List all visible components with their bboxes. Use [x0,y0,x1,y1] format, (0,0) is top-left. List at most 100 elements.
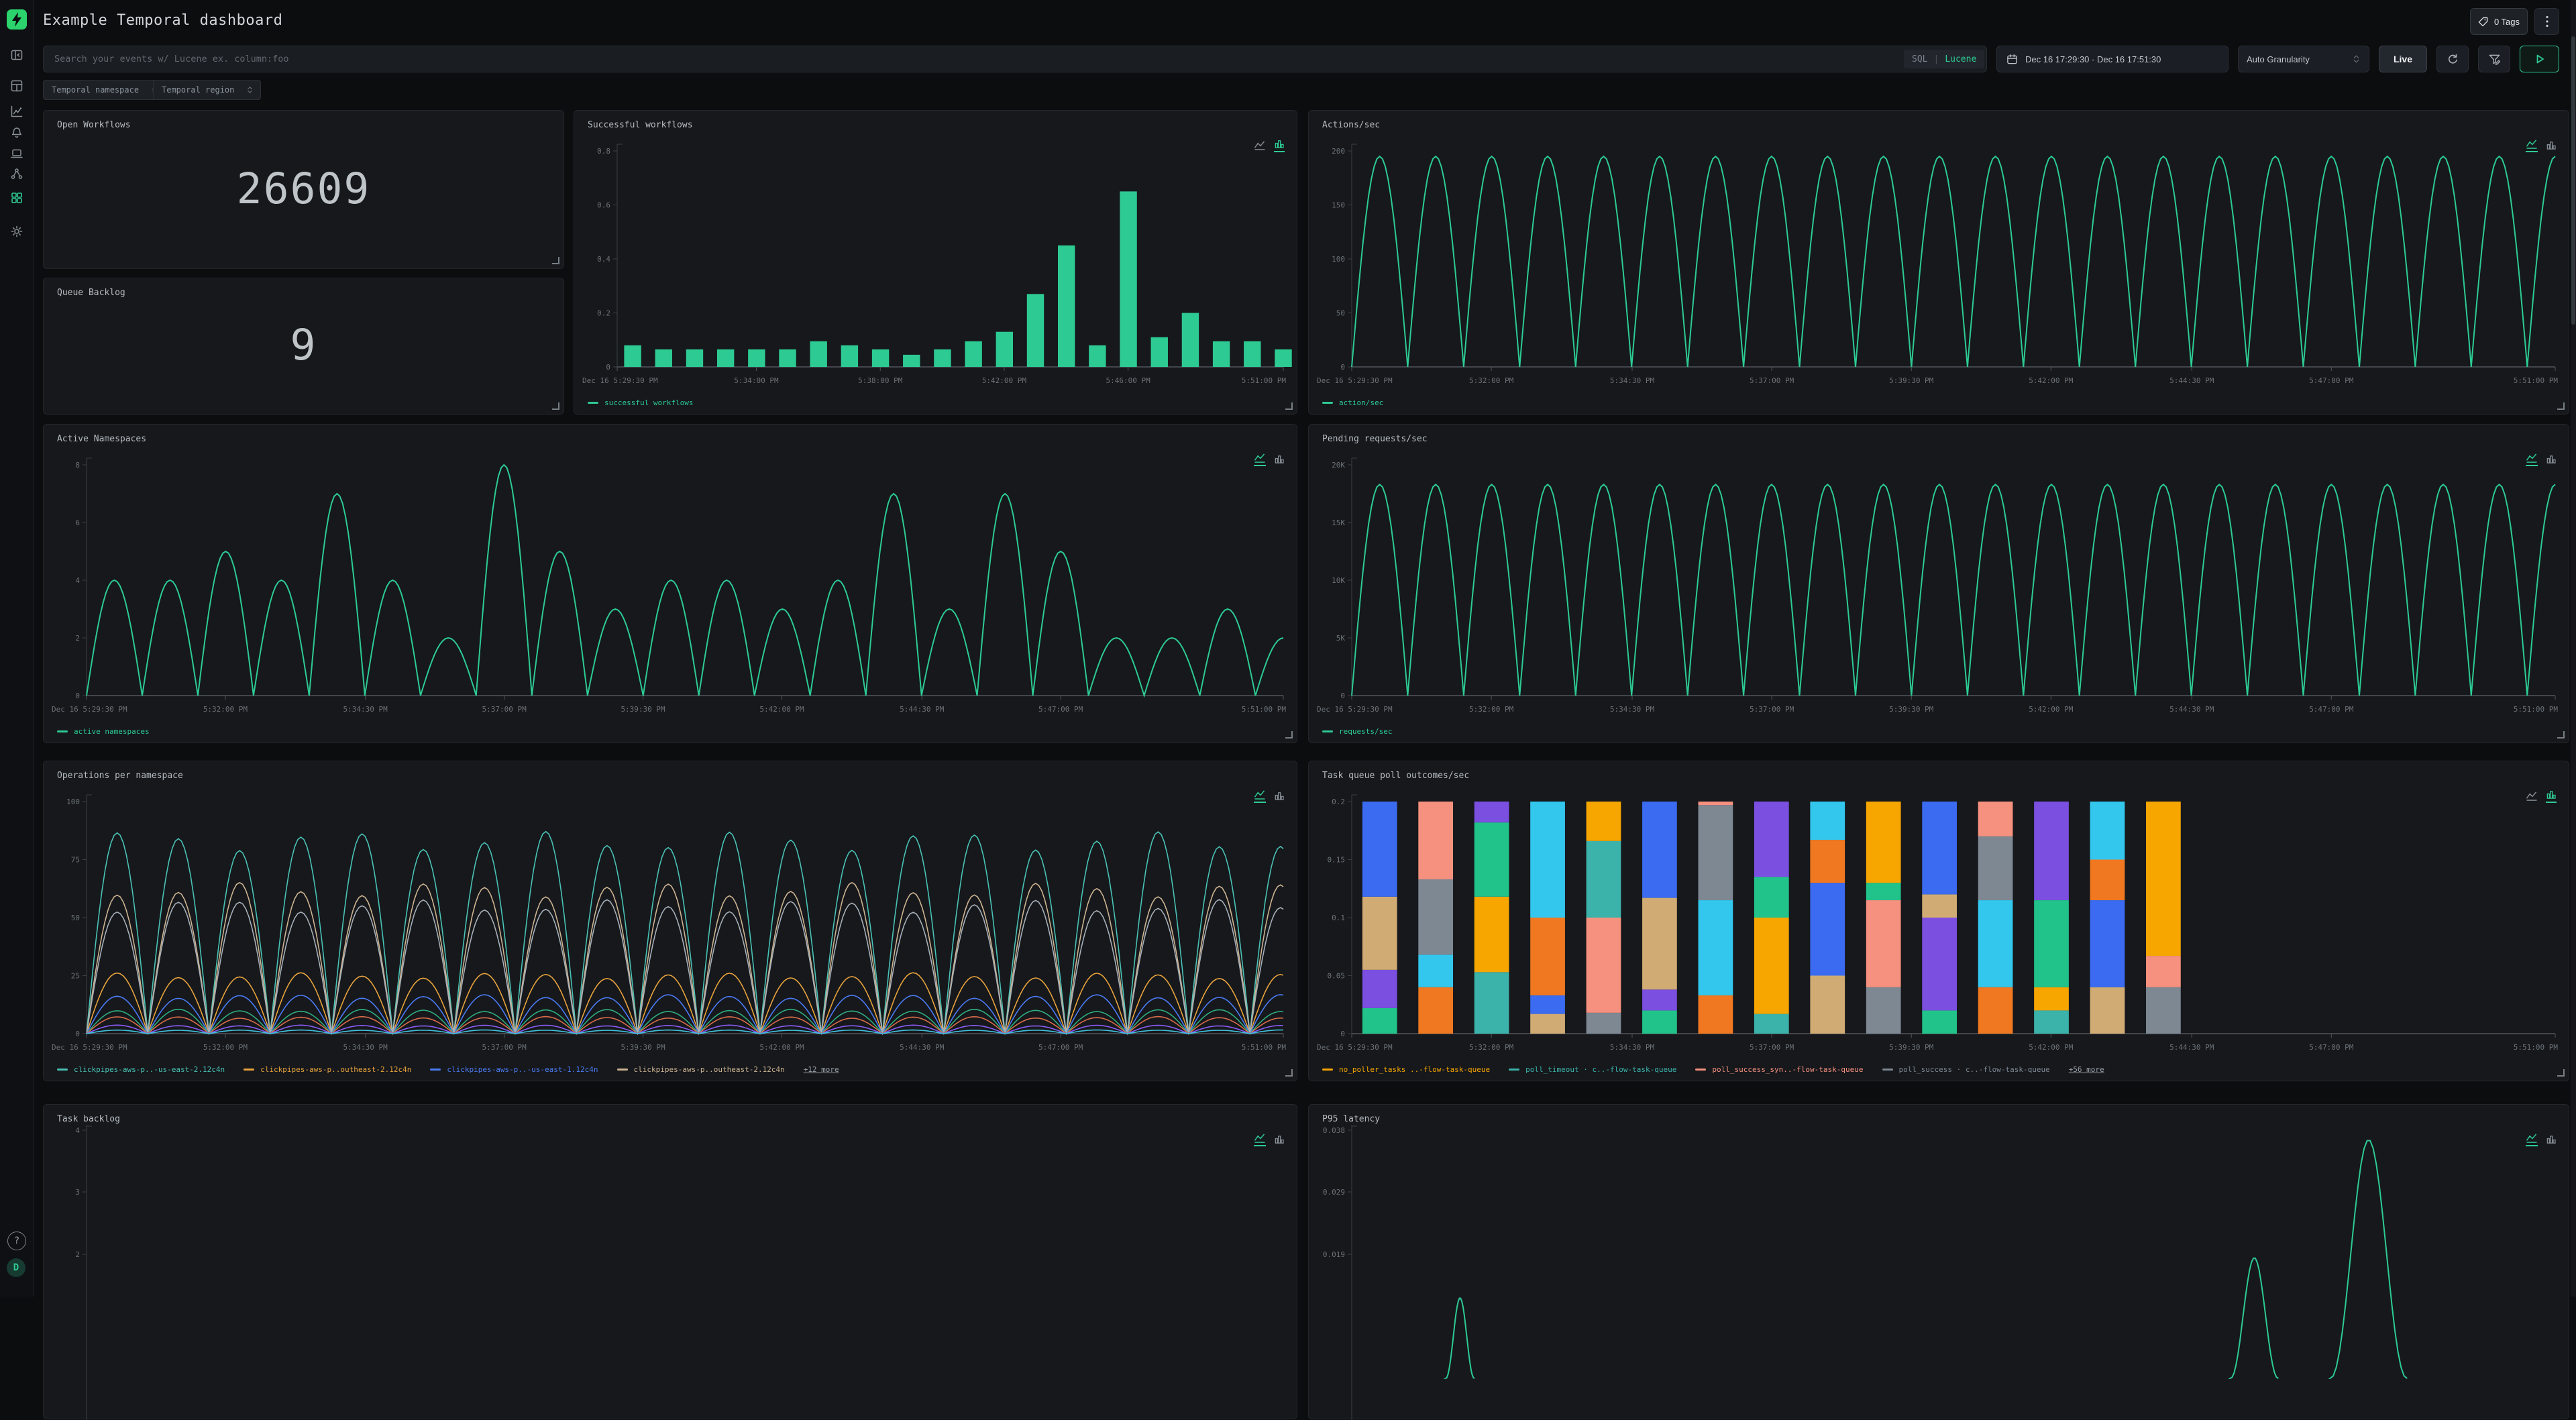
chart-type-toggle [2526,453,2557,466]
svg-text:10K: 10K [1332,576,1345,585]
calendar-icon [2006,54,2018,65]
filter-temporal-region[interactable]: Temporal region [153,80,261,100]
svg-text:5:51:00 PM: 5:51:00 PM [2514,705,2559,714]
user-avatar[interactable]: D [7,1258,25,1277]
legend-item[interactable]: active namespaces [57,727,150,736]
granularity-select[interactable]: Auto Granularity [2238,46,2369,72]
bar-chart-toggle-icon[interactable] [1274,1134,1285,1146]
active-namespaces-chart[interactable]: 86420Dec 16 5:29:30 PM5:32:00 PM5:34:30 … [49,455,1293,720]
successful-workflows-chart[interactable]: 0.80.60.40.20Dec 16 5:29:30 PM5:34:00 PM… [580,142,1293,391]
resize-handle[interactable] [1285,402,1293,410]
live-button[interactable]: Live [2379,46,2427,72]
app-logo-icon[interactable] [7,9,27,30]
legend-item[interactable]: clickpipes-aws-p..-us-east-2.12c4n [57,1065,225,1074]
search-table-icon[interactable] [9,78,25,94]
resize-handle[interactable] [552,257,559,264]
chart-explorer-icon[interactable] [9,103,25,119]
panel-title: Actions/sec [1322,120,1380,130]
legend-label: no_poller_tasks ..-flow-task-queue [1339,1065,1490,1074]
resize-handle[interactable] [552,402,559,410]
scrollbar-thumb[interactable] [2571,36,2575,325]
filter-namespace-label: Temporal namespace [52,85,139,95]
line-chart-toggle-icon[interactable] [1254,789,1266,803]
operations-per-namespace-chart[interactable]: 1007550250Dec 16 5:29:30 PM5:32:00 PM5:3… [49,792,1293,1058]
line-chart-toggle-icon[interactable] [2526,453,2538,466]
line-chart-toggle-icon[interactable] [2526,1133,2538,1146]
bar-chart-toggle-icon[interactable] [2546,789,2557,803]
collapse-sidebar-icon[interactable] [9,47,25,63]
legend-item[interactable]: poll_success · c..-flow-task-queue [1882,1065,2050,1074]
chart-type-toggle [1254,1133,1285,1146]
resize-handle[interactable] [2557,731,2565,739]
date-range-picker[interactable]: Dec 16 17:29:30 - Dec 16 17:51:30 [1996,46,2229,72]
legend-item[interactable]: requests/sec [1322,727,1392,736]
legend-item[interactable]: action/sec [1322,398,1383,407]
filter-temporal-namespace[interactable]: Temporal namespace [43,80,166,100]
legend-more-link[interactable]: +56 more [2069,1065,2104,1074]
line-chart-toggle-icon[interactable] [1254,453,1266,466]
line-chart-toggle-icon[interactable] [2526,791,2538,803]
language-divider: | [1933,54,1939,64]
bar-chart-toggle-icon[interactable] [2546,1134,2557,1146]
resize-handle[interactable] [2557,1069,2565,1077]
refresh-button[interactable] [2436,46,2469,72]
service-map-icon[interactable] [9,166,25,182]
run-query-button[interactable] [2520,46,2559,72]
line-chart-toggle-icon[interactable] [2526,139,2538,152]
chart-type-toggle [2526,1133,2557,1146]
sql-toggle[interactable]: SQL [1912,54,1927,64]
legend-item[interactable]: poll_timeout · c..-flow-task-queue [1509,1065,1676,1074]
resize-handle[interactable] [1285,731,1293,739]
svg-text:5:44:30 PM: 5:44:30 PM [900,705,945,714]
svg-text:5:47:00 PM: 5:47:00 PM [1038,1043,1083,1052]
p95-latency-chart[interactable]: 0.0380.0290.019 [1314,1125,2565,1420]
svg-text:5:42:00 PM: 5:42:00 PM [2029,1043,2074,1052]
search-input[interactable] [43,46,1987,72]
line-chart-toggle-icon[interactable] [1254,140,1266,152]
chart-type-toggle [2526,139,2557,152]
svg-text:100: 100 [1332,255,1345,264]
resize-handle[interactable] [2557,402,2565,410]
svg-text:2: 2 [75,634,80,643]
line-chart-toggle-icon[interactable] [1254,1133,1266,1146]
legend-item[interactable]: poll_success_syn..-flow-task-queue [1695,1065,1863,1074]
alerts-bell-icon[interactable] [9,125,25,141]
svg-text:15K: 15K [1332,518,1345,527]
more-options-button[interactable] [2534,8,2559,35]
filter-edit-button[interactable] [2478,46,2510,72]
lucene-toggle[interactable]: Lucene [1945,54,1976,64]
svg-text:5:34:00 PM: 5:34:00 PM [734,376,779,385]
resize-handle[interactable] [1285,1069,1293,1077]
bar-chart-toggle-icon[interactable] [2546,454,2557,466]
legend-item[interactable]: successful workflows [588,398,693,407]
chart-legend: requests/sec [1322,727,1392,736]
dashboards-grid-icon[interactable] [9,190,25,206]
bar-chart-toggle-icon[interactable] [1274,139,1285,152]
bar-chart-toggle-icon[interactable] [1274,791,1285,803]
legend-item[interactable]: no_poller_tasks ..-flow-task-queue [1322,1065,1490,1074]
svg-text:5:39:30 PM: 5:39:30 PM [1889,705,1934,714]
legend-item[interactable]: clickpipes-aws-p..-us-east-1.12c4n [430,1065,598,1074]
panel-p95-latency: P95 latency 0.0380.0290.019 [1308,1104,2569,1419]
svg-text:25: 25 [71,972,80,981]
task-queue-poll-outcomes-chart[interactable]: 0.20.150.10.050Dec 16 5:29:30 PM5:32:00 … [1314,792,2565,1058]
actions-per-sec-chart[interactable]: 200150100500Dec 16 5:29:30 PM5:32:00 PM5… [1314,142,2565,391]
tags-button[interactable]: 0 Tags [2470,8,2528,35]
legend-item[interactable]: clickpipes-aws-p..outheast-2.12c4n [617,1065,785,1074]
legend-swatch [1695,1069,1706,1071]
legend-item[interactable]: clickpipes-aws-p..outheast-2.12c4n [244,1065,411,1074]
legend-more-link[interactable]: +12 more [804,1065,839,1074]
svg-text:0.8: 0.8 [597,147,610,156]
pending-requests-chart[interactable]: 20K15K10K5K0Dec 16 5:29:30 PM5:32:00 PM5… [1314,455,2565,720]
legend-label: poll_success · c..-flow-task-queue [1899,1065,2050,1074]
svg-text:5:32:00 PM: 5:32:00 PM [1469,705,1514,714]
task-backlog-chart[interactable]: 432 [49,1125,1293,1420]
svg-text:5:42:00 PM: 5:42:00 PM [2029,376,2074,385]
help-button[interactable]: ? [7,1232,26,1250]
bar-chart-toggle-icon[interactable] [2546,140,2557,152]
bar-chart-toggle-icon[interactable] [1274,454,1285,466]
settings-gear-icon[interactable] [9,223,25,239]
svg-text:0.1: 0.1 [1332,914,1345,922]
scrollbar-track[interactable] [2571,0,2576,1297]
sessions-laptop-icon[interactable] [9,146,25,162]
